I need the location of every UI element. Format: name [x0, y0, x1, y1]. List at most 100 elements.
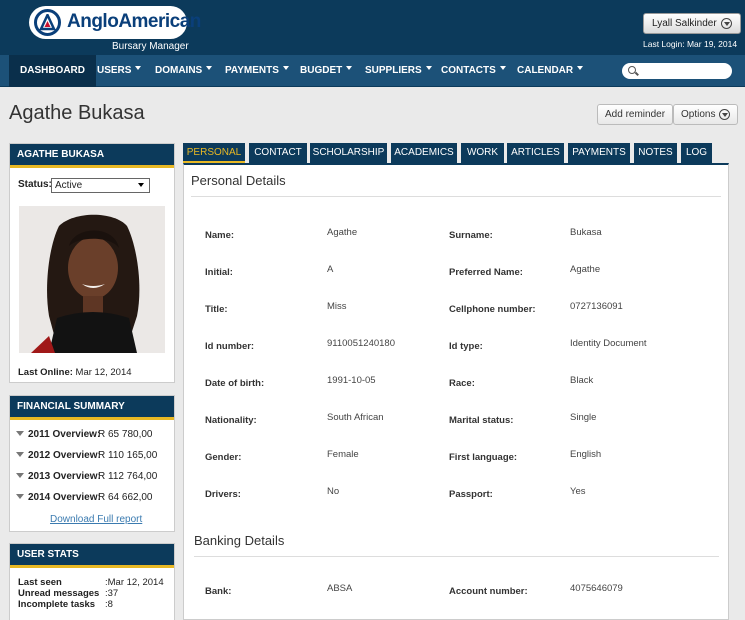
- field-value: 9110051240180: [327, 338, 395, 349]
- chevron-down-icon: [425, 66, 432, 70]
- stat-row: Unread messages :37: [18, 588, 118, 599]
- nav-item-payments[interactable]: PAYMENTS: [225, 55, 289, 87]
- status-value: Active: [55, 180, 83, 191]
- details-content: Personal Details Name: Agathe Surname: B…: [183, 163, 729, 620]
- stat-value: :37: [105, 588, 119, 599]
- nav-item-dashboard[interactable]: DASHBOARD: [9, 55, 96, 87]
- financial-row-value: R 64 662,00: [98, 492, 153, 503]
- field-label: Name:: [205, 230, 235, 241]
- app-header: AngloAmerican Bursary Manager Lyall Salk…: [0, 0, 745, 55]
- status-select[interactable]: Active: [51, 178, 150, 193]
- page-title: Agathe Bukasa: [9, 102, 145, 124]
- tab-scholarship[interactable]: SCHOLARSHIP: [310, 143, 387, 163]
- download-report-link[interactable]: Download Full report: [50, 514, 142, 525]
- financial-row-label: 2013 Overview:: [28, 471, 101, 482]
- chevron-down-icon: [206, 66, 213, 70]
- tab-articles[interactable]: ARTICLES: [507, 143, 564, 163]
- field-value: Bukasa: [570, 227, 602, 238]
- field-value: No: [327, 486, 340, 497]
- tab-work[interactable]: WORK: [461, 143, 504, 163]
- field-value: Single: [570, 412, 597, 423]
- profile-photo: [19, 206, 165, 353]
- tab-log[interactable]: LOG: [681, 143, 712, 163]
- field-label: Nationality:: [205, 415, 257, 426]
- personal-details-title: Personal Details: [191, 173, 286, 188]
- field-value: ABSA: [327, 583, 353, 594]
- tab-notes[interactable]: NOTES: [634, 143, 677, 163]
- download-circle-icon: [719, 108, 731, 120]
- triangle-down-icon: [16, 452, 24, 457]
- field-label: Id number:: [205, 341, 255, 352]
- financial-summary-panel: FINANCIAL SUMMARY 2011 Overview: R 65 780…: [9, 395, 175, 532]
- financial-row[interactable]: 2012 Overview: R 110 165,00: [16, 450, 157, 461]
- field-label: Race:: [449, 378, 475, 389]
- stat-label: Last seen: [18, 577, 62, 588]
- financial-row-value: R 110 165,00: [98, 450, 158, 461]
- options-label: Options: [681, 109, 716, 120]
- nav-label: PAYMENTS: [225, 65, 279, 76]
- nav-item-contacts[interactable]: CONTACTS: [441, 55, 506, 87]
- field-value: South African: [327, 412, 384, 423]
- stat-label: Unread messages: [18, 588, 100, 599]
- field-value: 1991-10-05: [327, 375, 376, 386]
- field-label: Account number:: [449, 586, 528, 597]
- tab-academics[interactable]: ACADEMICS: [391, 143, 457, 163]
- nav-item-users[interactable]: USERS: [97, 55, 142, 87]
- app-subtitle: Bursary Manager: [112, 41, 189, 52]
- stat-row: Incomplete tasks :8: [18, 599, 113, 610]
- company-logo[interactable]: AngloAmerican: [29, 6, 201, 39]
- main-nav: DASHBOARD USERS DOMAINS PAYMENTS BUGDET …: [0, 55, 745, 87]
- stat-value: :8: [105, 599, 113, 610]
- search-input[interactable]: [622, 63, 732, 79]
- financial-row-label: 2014 Overview:: [28, 492, 101, 503]
- search-icon: [628, 66, 636, 74]
- financial-row[interactable]: 2011 Overview: R 65 780,00: [16, 429, 153, 440]
- field-value: Agathe: [327, 227, 358, 238]
- add-reminder-button[interactable]: Add reminder: [597, 104, 674, 125]
- nav-item-suppliers[interactable]: SUPPLIERS: [365, 55, 432, 87]
- last-online-label: Last Online:: [18, 367, 73, 378]
- financial-row[interactable]: 2014 Overview: R 64 662,00: [16, 492, 153, 503]
- financial-row[interactable]: 2013 Overview: R 112 764,00: [16, 471, 157, 482]
- tab-payments[interactable]: PAYMENTS: [568, 143, 630, 163]
- nav-item-domains[interactable]: DOMAINS: [155, 55, 213, 87]
- banking-details-title: Banking Details: [194, 533, 285, 548]
- field-label: Passport:: [449, 489, 493, 500]
- last-login-label: Last Login:: [643, 39, 685, 49]
- field-value: 4075646079: [570, 583, 623, 594]
- chevron-down-icon: [499, 66, 506, 70]
- status-label: Status:: [18, 179, 52, 190]
- last-online: Last Online: Mar 12, 2014: [18, 367, 132, 378]
- field-value: Yes: [570, 486, 586, 497]
- chevron-down-icon: [135, 66, 142, 70]
- field-value: Black: [570, 375, 594, 386]
- chevron-down-icon: [577, 66, 584, 70]
- nav-label: USERS: [97, 65, 132, 76]
- field-label: Id type:: [449, 341, 483, 352]
- options-button[interactable]: Options: [673, 104, 739, 125]
- last-login-value: Mar 19, 2014: [686, 39, 738, 49]
- profile-panel: AGATHE BUKASA Status: Active Last Online…: [9, 143, 175, 383]
- divider: [194, 556, 719, 557]
- tab-contact[interactable]: CONTACT: [249, 143, 307, 163]
- stat-label: Incomplete tasks: [18, 599, 96, 610]
- nav-item-budget[interactable]: BUGDET: [300, 55, 353, 87]
- field-label: Gender:: [205, 452, 242, 463]
- field-label: Title:: [205, 304, 228, 315]
- nav-label: BUGDET: [300, 65, 343, 76]
- field-label: Drivers:: [205, 489, 241, 500]
- user-menu-button[interactable]: Lyall Salkinder: [643, 13, 741, 34]
- field-value: Female: [327, 449, 359, 460]
- nav-item-calendar[interactable]: CALENDAR: [517, 55, 584, 87]
- field-label: Date of birth:: [205, 378, 265, 389]
- field-value: Miss: [327, 301, 347, 312]
- field-label: Marital status:: [449, 415, 514, 426]
- tab-personal[interactable]: PERSONAL: [183, 143, 245, 163]
- last-login: Last Login: Mar 19, 2014: [643, 39, 737, 49]
- field-value: Agathe: [570, 264, 601, 275]
- last-online-value: Mar 12, 2014: [75, 367, 132, 378]
- logo-mark-icon: [34, 9, 61, 36]
- user-stats-panel: USER STATS Last seen:Mar 12, 2014 Unread…: [9, 543, 175, 620]
- profile-heading: AGATHE BUKASA: [10, 144, 174, 168]
- field-label: Surname:: [449, 230, 493, 241]
